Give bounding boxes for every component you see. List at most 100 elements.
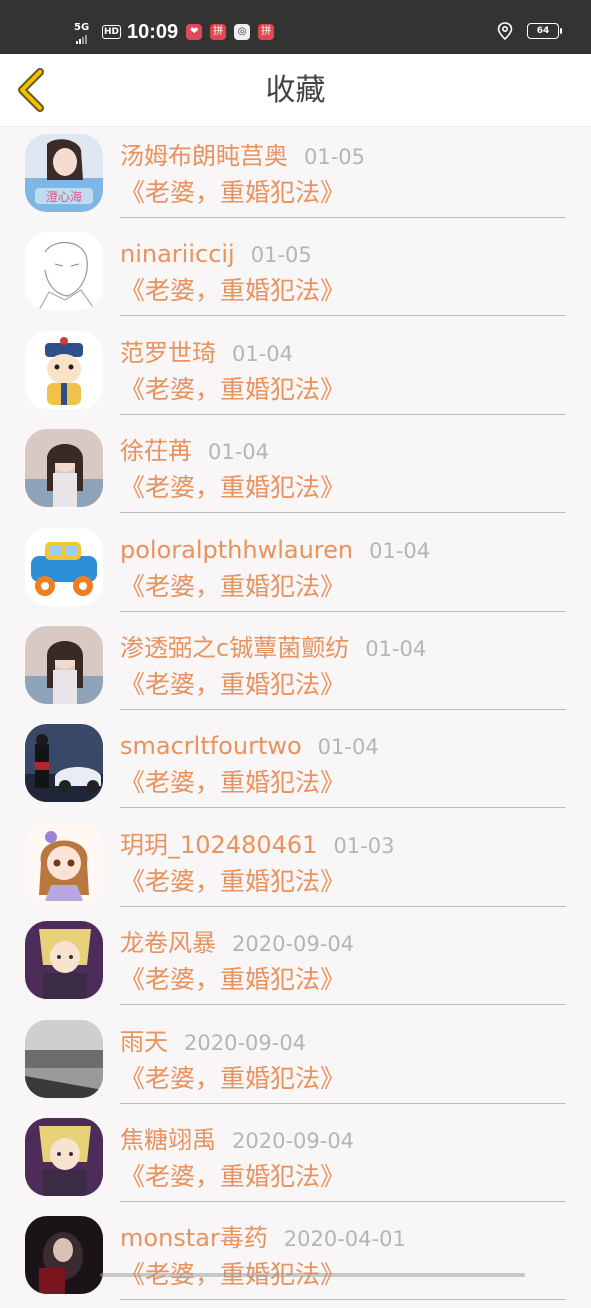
status-right: 64 [497, 22, 562, 40]
favorite-row-content: 范罗世琦 01-04 《老婆，重婚犯法》 [120, 324, 566, 415]
favorite-row-content: monstar毒药 2020-04-01 《老婆，重婚犯法》 [120, 1209, 566, 1301]
signal-icon: 5G [74, 21, 90, 44]
location-icon [497, 22, 513, 40]
favorite-title[interactable]: 《老婆，重婚犯法》 [120, 964, 345, 996]
favorite-row-content: 焦糖翊禹 2020-09-04 《老婆，重婚犯法》 [120, 1111, 566, 1202]
favorite-date: 01-05 [250, 243, 312, 268]
favorite-row[interactable]: 焦糖翊禹 2020-09-04 《老婆，重婚犯法》 [0, 1111, 591, 1209]
avatar[interactable] [25, 429, 103, 508]
heart-app-icon: ❤ [186, 24, 203, 40]
username[interactable]: 玥玥_102480461 [120, 831, 317, 859]
battery-level: 64 [536, 26, 550, 36]
favorite-row[interactable]: 澄心海 汤姆布朗盹莒奥 01-05 《老婆，重婚犯法》 [0, 127, 591, 225]
favorite-meta: 范罗世琦 01-04 [120, 338, 293, 369]
favorite-title[interactable]: 《老婆，重婚犯法》 [120, 275, 345, 307]
username[interactable]: 汤姆布朗盹莒奥 [120, 142, 288, 170]
battery-icon: 64 [527, 23, 562, 39]
favorite-date: 2020-09-04 [232, 1128, 355, 1153]
avatar[interactable] [25, 625, 103, 704]
favorite-date: 01-04 [232, 341, 294, 366]
favorite-row-content: 徐茌苒 01-04 《老婆，重婚犯法》 [120, 422, 566, 514]
favorite-row-content: smacrltfourtwo 01-04 《老婆，重婚犯法》 [120, 717, 566, 809]
favorite-row[interactable]: 雨天 2020-09-04 《老婆，重婚犯法》 [0, 1013, 591, 1111]
nav-bar: 收藏 [0, 54, 591, 127]
pinduoduo-app-icon: 拼 [258, 24, 275, 40]
favorite-date: 01-03 [333, 833, 395, 858]
favorite-title[interactable]: 《老婆，重婚犯法》 [120, 767, 345, 799]
favorite-row[interactable]: 徐茌苒 01-04 《老婆，重婚犯法》 [0, 422, 591, 520]
favorite-row[interactable]: 龙卷风暴 2020-09-04 《老婆，重婚犯法》 [0, 914, 591, 1012]
username[interactable]: 徐茌苒 [120, 437, 192, 465]
favorite-meta: 渗透弼之c铖蕈菌颤纺 01-04 [120, 633, 426, 664]
favorite-row-content: 汤姆布朗盹莒奥 01-05 《老婆，重婚犯法》 [120, 127, 566, 218]
favorite-date: 01-04 [317, 735, 379, 760]
favorite-row[interactable]: monstar毒药 2020-04-01 《老婆，重婚犯法》 [0, 1209, 591, 1307]
hd-badge: HD [102, 25, 122, 39]
favorite-row-content: poloralpthhwlauren 01-04 《老婆，重婚犯法》 [120, 521, 566, 612]
username[interactable]: 雨天 [120, 1028, 168, 1056]
favorites-list: 澄心海 汤姆布朗盹莒奥 01-05 《老婆，重婚犯法》 ninariiccij 01-05… [0, 127, 591, 1308]
favorite-row[interactable]: poloralpthhwlauren 01-04 《老婆，重婚犯法》 [0, 521, 591, 619]
favorite-date: 2020-09-04 [232, 932, 355, 957]
favorite-date: 2020-09-04 [184, 1030, 307, 1055]
favorite-row[interactable]: 渗透弼之c铖蕈菌颤纺 01-04 《老婆，重婚犯法》 [0, 619, 591, 717]
status-bar: 5G HD 10:09 ❤ 拼 ◎ 拼 64 [0, 0, 591, 54]
favorite-meta: monstar毒药 2020-04-01 [120, 1223, 406, 1254]
favorite-title[interactable]: 《老婆，重婚犯法》 [120, 177, 345, 209]
svg-text:澄心海: 澄心海 [46, 189, 82, 204]
favorite-row[interactable]: smacrltfourtwo 01-04 《老婆，重婚犯法》 [0, 717, 591, 815]
favorite-meta: 玥玥_102480461 01-03 [120, 830, 394, 861]
chevron-left-icon [18, 68, 44, 112]
favorite-row-content: 龙卷风暴 2020-09-04 《老婆，重婚犯法》 [120, 914, 566, 1006]
username[interactable]: monstar毒药 [120, 1224, 268, 1252]
favorite-title[interactable]: 《老婆，重婚犯法》 [120, 472, 345, 504]
avatar[interactable] [25, 232, 103, 311]
favorite-meta: 焦糖翊禹 2020-09-04 [120, 1125, 354, 1156]
status-left: 5G HD 10:09 ❤ 拼 ◎ 拼 [74, 18, 275, 46]
status-time: 10:09 [127, 20, 179, 43]
username[interactable]: poloralpthhwlauren [120, 536, 353, 564]
avatar[interactable] [25, 921, 103, 1000]
favorite-row-content: 雨天 2020-09-04 《老婆，重婚犯法》 [120, 1013, 566, 1104]
username[interactable]: 焦糖翊禹 [120, 1126, 216, 1154]
favorite-meta: ninariiccij 01-05 [120, 239, 312, 270]
favorite-row-content: 渗透弼之c铖蕈菌颤纺 01-04 《老婆，重婚犯法》 [120, 619, 566, 710]
favorite-meta: 徐茌苒 01-04 [120, 436, 269, 467]
favorite-date: 2020-04-01 [283, 1227, 406, 1252]
favorite-row[interactable]: 范罗世琦 01-04 《老婆，重婚犯法》 [0, 324, 591, 422]
favorite-title[interactable]: 《老婆，重婚犯法》 [120, 669, 345, 701]
favorite-meta: 雨天 2020-09-04 [120, 1027, 306, 1058]
page-title: 收藏 [265, 73, 326, 108]
username[interactable]: smacrltfourtwo [120, 732, 302, 760]
favorite-date: 01-04 [208, 440, 270, 465]
favorite-row-content: ninariiccij 01-05 《老婆，重婚犯法》 [120, 225, 566, 317]
avatar[interactable] [25, 1019, 103, 1098]
favorite-title[interactable]: 《老婆，重婚犯法》 [120, 866, 345, 898]
avatar[interactable] [25, 330, 103, 409]
home-indicator[interactable] [100, 1273, 525, 1277]
username[interactable]: ninariiccij [120, 240, 235, 268]
avatar[interactable] [25, 527, 103, 606]
avatar[interactable] [25, 1117, 103, 1196]
username[interactable]: 渗透弼之c铖蕈菌颤纺 [120, 634, 349, 662]
favorite-title[interactable]: 《老婆，重婚犯法》 [120, 1063, 345, 1095]
username[interactable]: 龙卷风暴 [120, 929, 216, 957]
favorite-title[interactable]: 《老婆，重婚犯法》 [120, 571, 345, 603]
username[interactable]: 范罗世琦 [120, 339, 216, 367]
back-button[interactable] [12, 68, 52, 112]
network-type: 5G [74, 22, 90, 33]
favorite-row[interactable]: ninariiccij 01-05 《老婆，重婚犯法》 [0, 225, 591, 323]
pinduoduo-app-icon: 拼 [210, 24, 227, 40]
avatar[interactable] [25, 1216, 103, 1295]
favorite-date: 01-04 [369, 538, 431, 563]
favorite-row[interactable]: 玥玥_102480461 01-03 《老婆，重婚犯法》 [0, 816, 591, 914]
favorite-row-content: 玥玥_102480461 01-03 《老婆，重婚犯法》 [120, 816, 566, 907]
avatar[interactable] [25, 724, 103, 803]
favorite-meta: poloralpthhwlauren 01-04 [120, 535, 430, 566]
favorite-date: 01-05 [304, 145, 366, 169]
avatar[interactable]: 澄心海 [25, 134, 103, 212]
favorite-title[interactable]: 《老婆，重婚犯法》 [120, 374, 345, 406]
favorite-title[interactable]: 《老婆，重婚犯法》 [120, 1161, 345, 1193]
favorite-meta: smacrltfourtwo 01-04 [120, 731, 379, 762]
avatar[interactable] [25, 822, 103, 901]
